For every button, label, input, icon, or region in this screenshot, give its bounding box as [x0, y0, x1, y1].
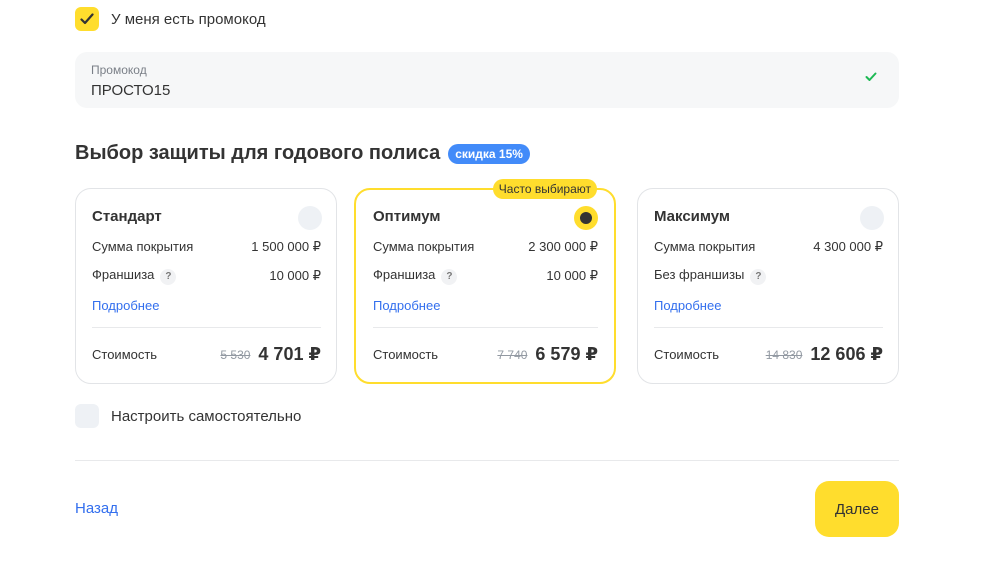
- promo-checkbox-label: У меня есть промокод: [111, 10, 266, 28]
- franchise-value: 10 000 ₽: [546, 268, 598, 283]
- new-price: 4 701 ₽: [258, 344, 321, 364]
- coverage-row: Сумма покрытия 4 300 000 ₽: [654, 239, 883, 255]
- section-title: Выбор защиты для годового полиса: [75, 142, 441, 164]
- coverage-row: Сумма покрытия 1 500 000 ₽: [92, 239, 321, 255]
- checkmark-icon: [80, 13, 94, 25]
- next-button[interactable]: Далее: [815, 481, 899, 537]
- more-link[interactable]: Подробнее: [92, 298, 159, 313]
- franchise-label: Франшиза: [373, 267, 436, 282]
- price-row: Стоимость 7 740 6 579 ₽: [373, 344, 598, 365]
- price-row: Стоимость 14 830 12 606 ₽: [654, 344, 883, 365]
- back-link[interactable]: Назад: [75, 500, 118, 517]
- valid-check-icon: [865, 72, 877, 81]
- cost-label: Стоимость: [654, 347, 720, 362]
- custom-checkbox-row[interactable]: Настроить самостоятельно: [75, 404, 301, 428]
- plan-radio[interactable]: [298, 206, 322, 230]
- plan-title: Оптимум: [373, 208, 441, 225]
- cost-label: Стоимость: [373, 347, 439, 362]
- more-link[interactable]: Подробнее: [373, 298, 440, 313]
- plan-card-standard[interactable]: Стандарт Сумма покрытия 1 500 000 ₽ Фран…: [75, 188, 337, 384]
- franchise-value: 10 000 ₽: [269, 268, 321, 283]
- help-icon[interactable]: ?: [750, 269, 767, 285]
- coverage-label: Сумма покрытия: [373, 239, 475, 254]
- old-price: 7 740: [497, 347, 528, 362]
- popular-badge: Часто выбирают: [492, 179, 597, 199]
- franchise-row: Без франшизы?: [654, 267, 883, 285]
- promo-code-value[interactable]: ПРОСТО15: [91, 82, 883, 100]
- plan-radio-selected[interactable]: [574, 206, 598, 230]
- promo-checkbox-row[interactable]: У меня есть промокод: [75, 7, 266, 31]
- franchise-row: Франшиза? 10 000 ₽: [92, 267, 321, 285]
- custom-checkbox[interactable]: [75, 404, 99, 428]
- plan-radio[interactable]: [860, 206, 884, 230]
- custom-checkbox-label: Настроить самостоятельно: [111, 407, 302, 425]
- new-price: 6 579 ₽: [535, 344, 598, 364]
- help-icon[interactable]: ?: [160, 269, 177, 285]
- franchise-row: Франшиза? 10 000 ₽: [373, 267, 598, 285]
- coverage-label: Сумма покрытия: [654, 239, 756, 254]
- coverage-value: 4 300 000 ₽: [813, 239, 883, 254]
- old-price: 5 530: [220, 347, 251, 362]
- coverage-row: Сумма покрытия 2 300 000 ₽: [373, 239, 598, 255]
- promo-code-label: Промокод: [91, 63, 147, 77]
- cost-label: Стоимость: [92, 347, 158, 362]
- card-divider: [654, 327, 883, 328]
- coverage-value: 1 500 000 ₽: [251, 239, 321, 254]
- help-icon[interactable]: ?: [441, 269, 458, 285]
- plan-card-optimum[interactable]: Часто выбирают Оптимум Сумма покрытия 2 …: [354, 179, 616, 384]
- footer-divider: [75, 460, 899, 461]
- franchise-label: Без франшизы: [654, 267, 745, 282]
- plan-title: Стандарт: [92, 208, 162, 225]
- section-header: Выбор защиты для годового полиса скидка …: [75, 142, 530, 165]
- card-divider: [92, 327, 321, 328]
- more-link[interactable]: Подробнее: [654, 298, 721, 313]
- plan-card-maximum[interactable]: Максимум Сумма покрытия 4 300 000 ₽ Без …: [637, 188, 899, 384]
- new-price: 12 606 ₽: [810, 344, 883, 364]
- discount-badge: скидка 15%: [448, 143, 530, 164]
- coverage-value: 2 300 000 ₽: [528, 239, 598, 254]
- franchise-label: Франшиза: [92, 267, 155, 282]
- coverage-label: Сумма покрытия: [92, 239, 194, 254]
- radio-dot-icon: [580, 212, 592, 224]
- promo-checkbox[interactable]: [75, 7, 99, 31]
- card-divider: [373, 327, 598, 328]
- price-row: Стоимость 5 530 4 701 ₽: [92, 344, 321, 365]
- old-price: 14 830: [765, 347, 803, 362]
- promo-code-field[interactable]: Промокод ПРОСТО15: [75, 52, 899, 108]
- plan-title: Максимум: [654, 208, 731, 225]
